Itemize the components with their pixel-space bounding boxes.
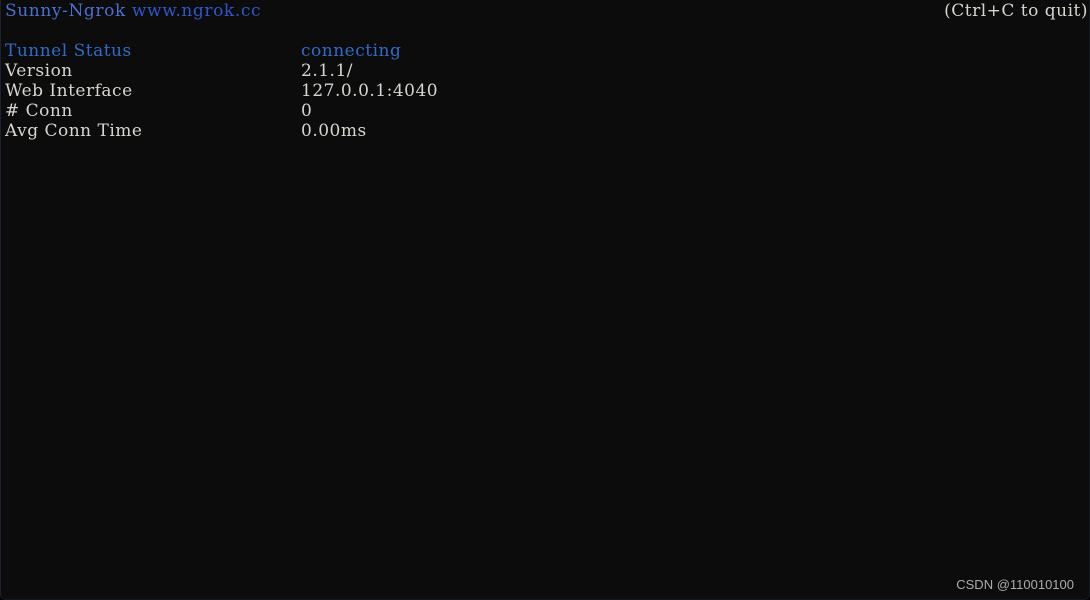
status-row-web-interface: Web Interface 127.0.0.1:4040 [5,81,438,101]
status-row-avg-conn-time: Avg Conn Time 0.00ms [5,121,438,141]
terminal-header-line: Sunny-Ngrok www.ngrok.cc (Ctrl+C to quit… [1,0,1089,22]
status-label-version: Version [5,61,73,81]
status-value-avg-conn-time: 0.00ms [301,121,367,141]
csdn-watermark: CSDN @110010100 [956,577,1074,592]
status-label-web-interface: Web Interface [5,81,133,101]
status-value-tunnel-status: connecting [301,41,402,61]
status-value-web-interface[interactable]: 127.0.0.1:4040 [301,81,438,101]
brand-line: Sunny-Ngrok www.ngrok.cc [5,1,261,21]
status-label-tunnel-status: Tunnel Status [5,41,132,61]
brand-url[interactable]: www.ngrok.cc [132,1,261,21]
tunnel-status-table: Tunnel Status connecting Version 2.1.1/ … [5,41,438,141]
status-row-conn-count: # Conn 0 [5,101,438,121]
status-value-version: 2.1.1/ [301,61,353,81]
terminal-window[interactable]: Sunny-Ngrok www.ngrok.cc (Ctrl+C to quit… [0,0,1090,600]
brand-name: Sunny-Ngrok [5,1,126,21]
quit-hint: (Ctrl+C to quit) [944,1,1088,21]
status-row-tunnel-status: Tunnel Status connecting [5,41,438,61]
status-row-version: Version 2.1.1/ [5,61,438,81]
status-label-avg-conn-time: Avg Conn Time [5,121,143,141]
status-label-conn-count: # Conn [5,101,73,121]
status-value-conn-count: 0 [301,101,313,121]
